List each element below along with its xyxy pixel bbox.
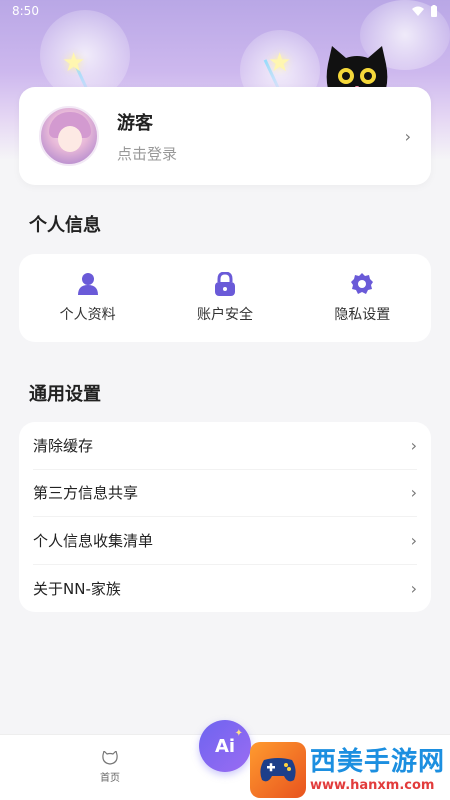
profile-name: 游客: [117, 112, 153, 134]
account-security-label: 账户安全: [196, 307, 253, 323]
star-icon: ★: [268, 48, 292, 78]
watermark: 西美手游网 www.hanxm.com: [250, 740, 450, 800]
watermark-title: 西美手游网: [310, 746, 446, 777]
chevron-right-icon: ›: [410, 578, 417, 598]
general-settings-list: 清除缓存 › 第三方信息共享 › 个人信息收集清单 › 关于NN-家族 ›: [19, 422, 431, 612]
ai-button-label: Ai: [214, 735, 236, 757]
gamepad-logo-icon: [250, 742, 306, 798]
privacy-settings-button[interactable]: 隐私设置: [294, 254, 431, 342]
login-prompt[interactable]: 点击登录: [117, 143, 405, 164]
chevron-right-icon: ›: [410, 530, 417, 550]
chevron-right-icon: ›: [410, 483, 417, 503]
sparkle-icon: ✦: [234, 728, 243, 739]
user-icon: [77, 273, 98, 295]
personal-info-title: 个人信息: [29, 215, 101, 236]
list-item-label: 第三方信息共享: [33, 484, 139, 503]
status-time: 8:50: [12, 4, 39, 18]
battery-icon: [431, 5, 437, 17]
ai-assistant-button[interactable]: Ai ✦: [199, 720, 251, 772]
chevron-right-icon: ›: [404, 126, 411, 146]
wifi-icon: [412, 6, 424, 16]
lock-icon: [214, 272, 235, 296]
personal-profile-label: 个人资料: [59, 307, 116, 323]
personal-info-card: 个人资料 账户安全 隐私设置: [19, 254, 431, 342]
privacy-settings-label: 隐私设置: [334, 307, 391, 323]
account-security-button[interactable]: 账户安全: [156, 254, 293, 342]
avatar[interactable]: [39, 106, 99, 166]
tab-home-label: 首页: [100, 773, 120, 784]
profile-card[interactable]: 游客 点击登录 ›: [19, 87, 431, 185]
about-row[interactable]: 关于NN-家族 ›: [33, 565, 417, 613]
watermark-url: www.hanxm.com: [310, 777, 435, 793]
clear-cache-row[interactable]: 清除缓存 ›: [33, 422, 417, 470]
general-settings-title: 通用设置: [29, 384, 101, 405]
third-party-sharing-row[interactable]: 第三方信息共享 ›: [33, 470, 417, 517]
tab-home[interactable]: 首页: [100, 751, 120, 784]
status-bar: 8:50: [0, 0, 450, 22]
list-item-label: 关于NN-家族: [33, 579, 121, 598]
chevron-right-icon: ›: [410, 435, 417, 455]
info-collection-list-row[interactable]: 个人信息收集清单 ›: [33, 517, 417, 565]
star-icon: ★: [62, 48, 86, 78]
list-item-label: 个人信息收集清单: [33, 531, 154, 550]
personal-profile-button[interactable]: 个人资料: [19, 254, 156, 342]
cat-face-icon: [102, 751, 118, 765]
list-item-label: 清除缓存: [33, 436, 94, 455]
gear-icon: [351, 273, 374, 294]
